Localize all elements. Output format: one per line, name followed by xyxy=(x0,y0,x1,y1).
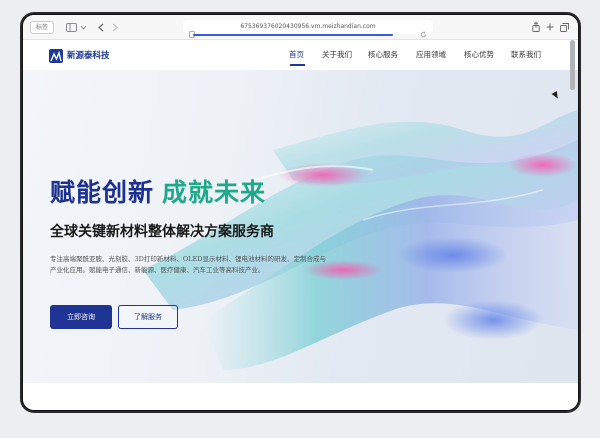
logo-text[interactable]: 新源泰科技 xyxy=(67,49,110,63)
hero-banner: 赋能创新 成就未来 全球关键新材料整体解决方案服务商 专注高端聚酰亚胺、光刻胶、3… xyxy=(23,70,578,383)
nav-item-home[interactable]: 首页 xyxy=(289,49,304,61)
nav-item-contact[interactable]: 联系我们 xyxy=(511,49,541,61)
forward-icon[interactable] xyxy=(111,21,119,33)
back-icon[interactable] xyxy=(97,21,105,33)
address-bar[interactable]: 675369376020430956.vm.meizhandian.com xyxy=(183,20,433,38)
hero-title-part2: 成就未来 xyxy=(162,178,267,207)
chevron-down-icon[interactable] xyxy=(79,21,87,33)
tab-overview-button[interactable]: 标签 xyxy=(30,21,54,34)
page-scrollbar[interactable] xyxy=(570,40,575,90)
nav-item-about[interactable]: 关于我们 xyxy=(322,49,352,61)
new-tab-icon[interactable] xyxy=(545,21,555,33)
browser-window: 标签 675369376020430956.vm.meizhandian.com xyxy=(23,15,578,410)
learn-services-button[interactable]: 了解服务 xyxy=(118,305,178,329)
nav-item-services[interactable]: 核心服务 xyxy=(368,49,398,61)
site-header: 新源泰科技 首页 关于我们 核心服务 应用领域 核心优势 联系我们 xyxy=(23,40,578,70)
loading-progress-bar xyxy=(193,34,393,36)
content-area xyxy=(23,383,578,410)
nav-item-applications[interactable]: 应用领域 xyxy=(416,49,446,61)
sidebar-icon[interactable] xyxy=(65,21,77,33)
hero-subtitle: 全球关键新材料整体解决方案服务商 xyxy=(50,224,274,240)
consult-now-button[interactable]: 立即咨询 xyxy=(50,305,112,329)
tabs-overview-icon[interactable] xyxy=(559,21,569,33)
logo-icon[interactable] xyxy=(49,49,63,63)
nav-item-advantages[interactable]: 核心优势 xyxy=(464,49,494,61)
url-text: 675369376020430956.vm.meizhandian.com xyxy=(240,23,376,30)
hero-description: 专注高端聚酰亚胺、光刻胶、3D打印新材料、OLED显示材料、锂电池材料的研发、定… xyxy=(50,255,326,274)
browser-toolbar: 标签 675369376020430956.vm.meizhandian.com xyxy=(23,15,578,40)
hero-title: 赋能创新 成就未来 xyxy=(50,178,266,208)
share-icon[interactable] xyxy=(531,21,541,33)
hero-title-part1: 赋能创新 xyxy=(50,178,155,207)
nav-active-indicator xyxy=(290,64,305,66)
